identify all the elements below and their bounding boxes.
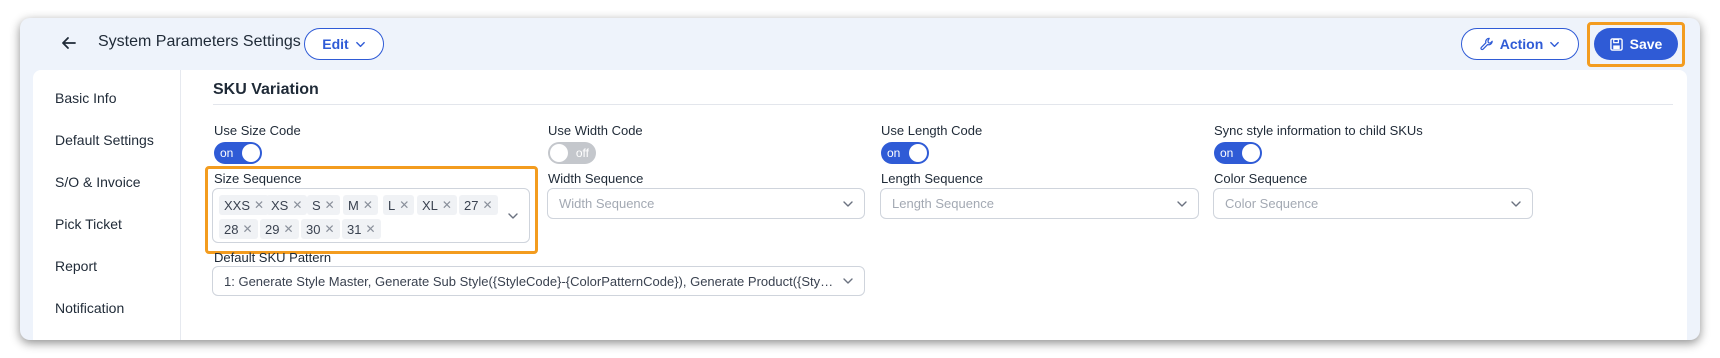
toggle-state-text: on [1220, 146, 1234, 160]
toggle-knob [909, 144, 927, 162]
sku-pattern-value: 1: Generate Style Master, Generate Sub S… [224, 273, 834, 289]
use-width-code-label: Use Width Code [548, 123, 643, 138]
chevron-down-icon [843, 278, 853, 284]
size-tag-label: 29 [265, 221, 280, 237]
toggle-knob [550, 144, 568, 162]
length-sequence-select[interactable]: Length Sequence [880, 188, 1199, 219]
page-title: System Parameters Settings [98, 33, 301, 50]
size-tag: 31 ✕ [342, 219, 381, 239]
size-tag-label: M [348, 197, 359, 213]
size-tag-label: XS [271, 197, 289, 213]
remove-tag-icon[interactable]: ✕ [254, 198, 264, 212]
size-tag-label: XXS [224, 197, 251, 213]
chevron-down-icon [355, 41, 365, 47]
settings-window: System Parameters Settings Edit Action S… [20, 18, 1700, 340]
wrench-icon [1480, 37, 1493, 51]
width-sequence-placeholder: Width Sequence [559, 196, 655, 211]
width-sequence-label: Width Sequence [548, 171, 644, 186]
sidebar-item-basic-info[interactable]: Basic Info [55, 90, 116, 106]
edit-button[interactable]: Edit [304, 28, 384, 60]
sidebar-item-report[interactable]: Report [55, 258, 97, 274]
settings-card: Basic Info Default Settings S/O & Invoic… [33, 70, 1687, 340]
floppy-disk-icon [1609, 37, 1623, 51]
back-button[interactable] [56, 30, 82, 56]
chevron-down-icon [1177, 201, 1187, 207]
save-button[interactable]: Save [1594, 28, 1678, 60]
size-tag-label: S [312, 197, 321, 213]
sidebar-item-notification[interactable]: Notification [55, 300, 124, 316]
remove-tag-icon[interactable]: ✕ [283, 222, 293, 236]
sku-pattern-select[interactable]: 1: Generate Style Master, Generate Sub S… [212, 266, 865, 296]
size-tag-label: XL [422, 197, 438, 213]
remove-tag-icon[interactable]: ✕ [399, 198, 409, 212]
settings-sidebar: Basic Info Default Settings S/O & Invoic… [33, 70, 181, 340]
size-tag-label: 30 [306, 221, 321, 237]
toggle-knob [242, 144, 260, 162]
chevron-down-icon [1511, 201, 1521, 207]
remove-tag-icon[interactable]: ✕ [482, 198, 492, 212]
width-sequence-select[interactable]: Width Sequence [547, 188, 865, 219]
chevron-down-icon [508, 213, 518, 219]
color-sequence-select[interactable]: Color Sequence [1213, 188, 1533, 219]
remove-tag-icon[interactable]: ✕ [325, 198, 335, 212]
sku-pattern-label: Default SKU Pattern [214, 250, 332, 265]
chevron-down-icon [1550, 41, 1560, 47]
size-tag-label: 27 [464, 197, 479, 213]
size-tag: 29 ✕ [260, 219, 299, 239]
sidebar-item-so-invoice[interactable]: S/O & Invoice [55, 174, 141, 190]
action-button[interactable]: Action [1461, 28, 1579, 60]
length-sequence-placeholder: Length Sequence [892, 196, 994, 211]
size-tag: S ✕ [307, 195, 340, 215]
size-tag-label: 31 [347, 221, 362, 237]
chevron-down-icon [843, 201, 853, 207]
size-tag: 28 ✕ [219, 219, 258, 239]
toggle-state-text: off [575, 146, 589, 160]
save-button-label: Save [1629, 36, 1663, 52]
edit-button-label: Edit [322, 36, 349, 52]
remove-tag-icon[interactable]: ✕ [365, 222, 375, 236]
settings-main: SKU Variation Use Size Code on Use Width… [181, 70, 1687, 340]
size-tag: XXS ✕ [219, 195, 270, 215]
length-sequence-label: Length Sequence [881, 171, 983, 186]
sidebar-item-default-settings[interactable]: Default Settings [55, 132, 154, 148]
sync-style-label: Sync style information to child SKUs [1214, 123, 1423, 138]
size-tag-label: L [388, 197, 396, 213]
size-tag: 30 ✕ [301, 219, 340, 239]
remove-tag-icon[interactable]: ✕ [324, 222, 334, 236]
size-tag: XS ✕ [266, 195, 308, 215]
color-sequence-placeholder: Color Sequence [1225, 196, 1319, 211]
size-tag: 27 ✕ [459, 195, 498, 215]
size-sequence-select[interactable]: XXS ✕ XS ✕ S ✕ M ✕ L ✕ XL ✕ 27 ✕ 28 ✕ 29 ✕ 30 ✕ 31… [212, 188, 530, 243]
use-size-code-toggle[interactable]: on [214, 142, 262, 164]
color-sequence-label: Color Sequence [1214, 171, 1308, 186]
toggle-state-text: on [887, 146, 901, 160]
size-tag: XL ✕ [417, 195, 457, 215]
sidebar-item-pick-ticket[interactable]: Pick Ticket [55, 216, 122, 232]
toggle-knob [1242, 144, 1260, 162]
sync-style-toggle[interactable]: on [1214, 142, 1262, 164]
size-sequence-label: Size Sequence [214, 171, 302, 186]
page-header: System Parameters Settings Edit Action S… [20, 18, 1700, 68]
remove-tag-icon[interactable]: ✕ [363, 198, 373, 212]
section-divider [213, 104, 1673, 105]
use-length-code-toggle[interactable]: on [881, 142, 929, 164]
remove-tag-icon[interactable]: ✕ [292, 198, 302, 212]
use-length-code-label: Use Length Code [881, 123, 983, 138]
use-width-code-toggle[interactable]: off [548, 142, 596, 164]
action-button-label: Action [1499, 36, 1544, 52]
size-tag-label: 28 [224, 221, 239, 237]
remove-tag-icon[interactable]: ✕ [242, 222, 252, 236]
size-tag: L ✕ [383, 195, 415, 215]
toggle-state-text: on [220, 146, 234, 160]
arrow-left-icon [62, 37, 76, 49]
section-title: SKU Variation [213, 81, 319, 98]
use-size-code-label: Use Size Code [214, 123, 301, 138]
remove-tag-icon[interactable]: ✕ [442, 198, 452, 212]
size-tag: M ✕ [343, 195, 378, 215]
